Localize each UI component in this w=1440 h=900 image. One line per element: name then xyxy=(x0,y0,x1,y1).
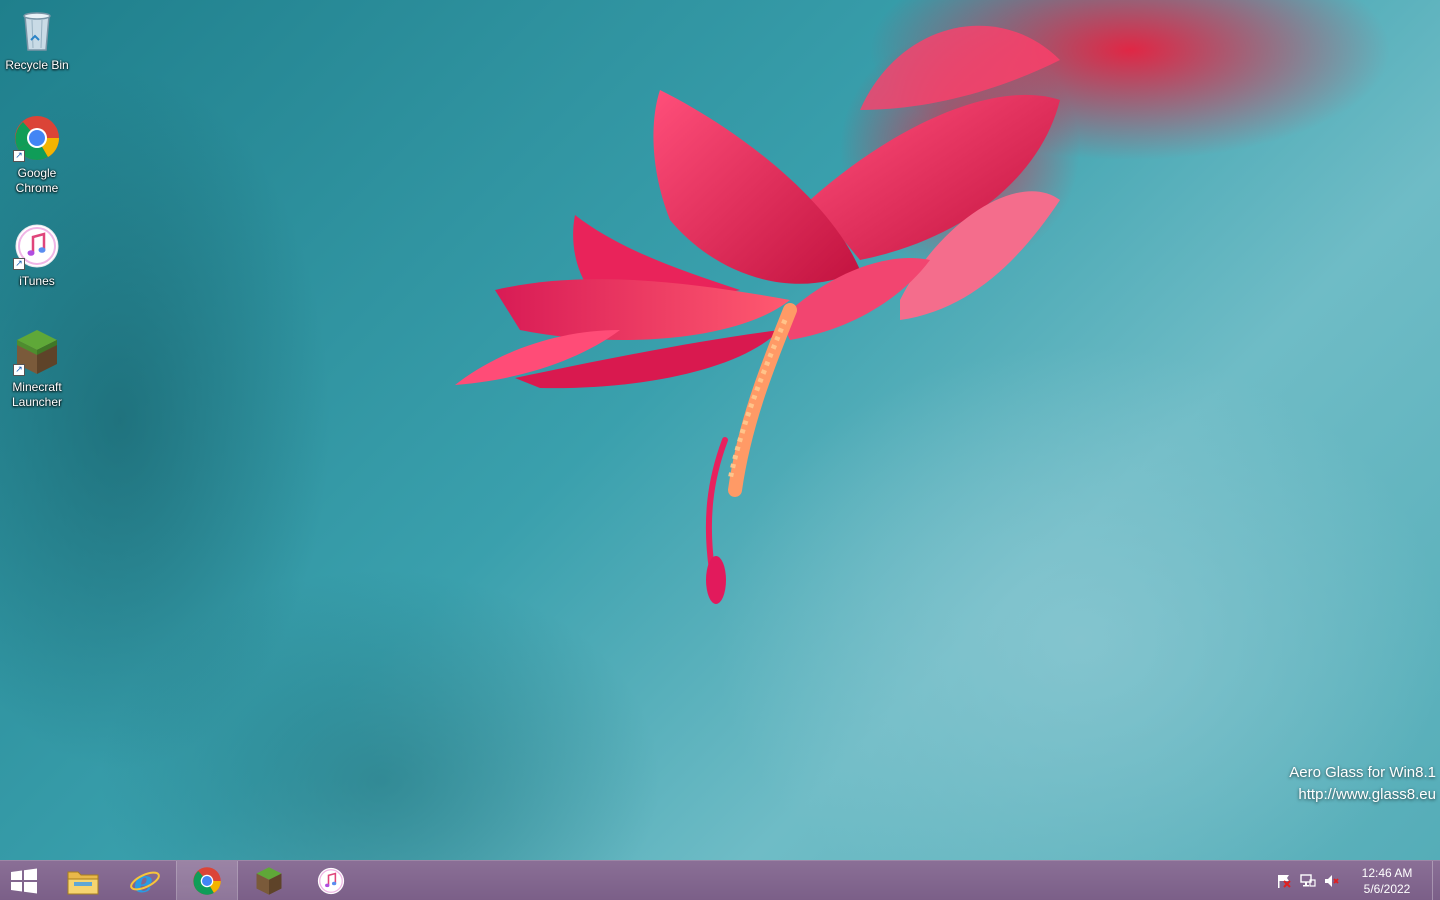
shortcut-arrow-icon: ↗ xyxy=(13,150,25,162)
action-center-button[interactable] xyxy=(1272,861,1296,900)
taskbar-itunes-button[interactable] xyxy=(300,861,362,900)
internet-explorer-icon: e xyxy=(130,865,160,897)
aero-glass-watermark: Aero Glass for Win8.1 http://www.glass8.… xyxy=(1289,762,1436,806)
windows-logo-icon xyxy=(11,868,37,893)
network-button[interactable] xyxy=(1296,861,1320,900)
shortcut-arrow-icon: ↗ xyxy=(13,364,25,376)
desktop-wallpaper xyxy=(0,0,1440,860)
flower-wallpaper-image xyxy=(455,0,1390,604)
action-center-flag-icon xyxy=(1278,875,1291,888)
desktop-icon-minecraft-launcher[interactable]: ↗ Minecraft Launcher xyxy=(0,328,74,410)
desktop-icon-label: iTunes xyxy=(19,274,55,288)
desktop-icon-label: Google Chrome xyxy=(15,166,59,195)
file-explorer-icon xyxy=(67,871,99,894)
taskbar: e 12:46 AM 5/6/2022 xyxy=(0,860,1440,900)
chrome-icon xyxy=(193,866,221,895)
network-icon xyxy=(1300,874,1316,887)
itunes-icon xyxy=(317,867,345,894)
taskbar-file-explorer-button[interactable] xyxy=(52,861,114,900)
minecraft-icon xyxy=(256,866,282,895)
desktop-icon-itunes[interactable]: ↗ iTunes xyxy=(0,222,74,289)
desktop-icon-google-chrome[interactable]: ↗ Google Chrome xyxy=(0,114,74,196)
desktop-icon-label: Minecraft Launcher xyxy=(11,380,63,409)
taskbar-minecraft-button[interactable] xyxy=(238,861,300,900)
taskbar-chrome-button[interactable] xyxy=(176,860,238,900)
shortcut-arrow-icon: ↗ xyxy=(13,258,25,270)
taskbar-internet-explorer-button[interactable]: e xyxy=(114,861,176,900)
watermark-line-1: Aero Glass for Win8.1 xyxy=(1289,764,1436,781)
start-button[interactable] xyxy=(0,861,48,900)
taskbar-clock[interactable]: 12:46 AM 5/6/2022 xyxy=(1352,865,1422,897)
recycle-bin-icon xyxy=(23,12,51,51)
system-tray: 12:46 AM 5/6/2022 xyxy=(1272,861,1440,900)
desktop-icon-label: Recycle Bin xyxy=(5,58,69,72)
clock-date: 5/6/2022 xyxy=(1363,882,1411,896)
watermark-line-2: http://www.glass8.eu xyxy=(1298,786,1436,803)
volume-muted-icon xyxy=(1325,875,1339,887)
clock-time: 12:46 AM xyxy=(1361,866,1413,880)
show-desktop-button[interactable] xyxy=(1432,861,1440,900)
svg-text:e: e xyxy=(134,865,153,897)
desktop-icon-recycle-bin[interactable]: Recycle Bin xyxy=(0,6,74,73)
volume-button[interactable] xyxy=(1320,861,1344,900)
